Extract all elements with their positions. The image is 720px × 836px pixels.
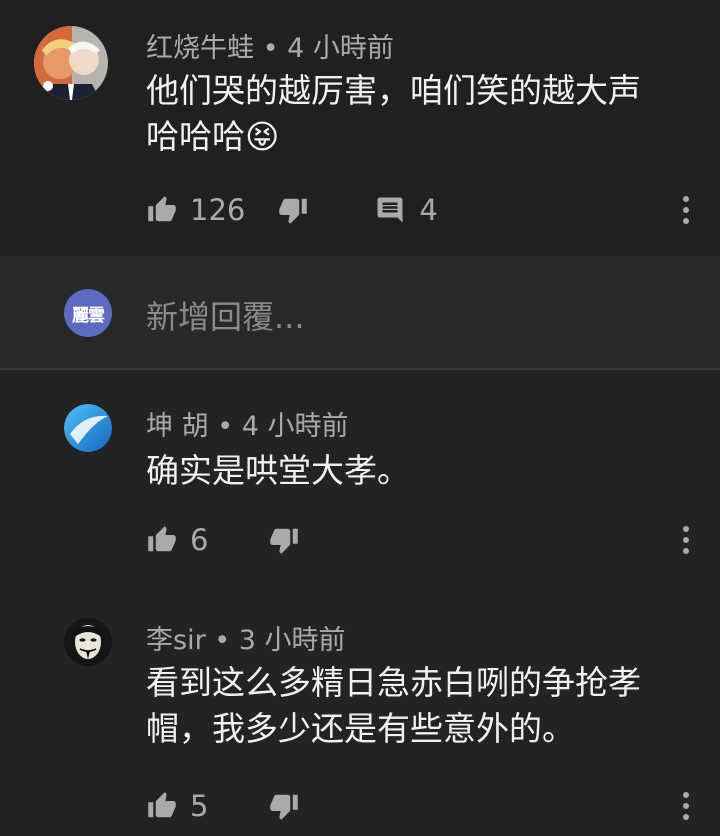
like-button[interactable]: 126 [146, 193, 245, 227]
user-avatar: 麗雲 [64, 289, 112, 337]
comment-text-line: 帽，我多少还是有些意外的。 [146, 709, 575, 748]
more-dot-icon [683, 207, 689, 213]
comment-actions: 5 [146, 786, 300, 826]
collage-photo-icon [34, 26, 108, 100]
thumbs-down-icon [279, 198, 308, 224]
more-dot-icon [683, 792, 689, 798]
meta-separator: • [217, 411, 234, 442]
meta-separator: • [262, 33, 279, 64]
comment-text-part: 哈哈哈 [146, 117, 245, 156]
author-avatar[interactable] [64, 618, 112, 666]
more-dot-icon [683, 548, 689, 554]
thumbs-up-icon [148, 196, 176, 222]
like-count: 6 [190, 523, 209, 557]
author-avatar[interactable] [64, 404, 112, 452]
comment-text-line: 哈哈哈😝 [146, 114, 696, 160]
add-reply-input[interactable]: 新增回覆... [146, 292, 305, 338]
reply-count: 4 [419, 193, 438, 227]
replies-button[interactable]: 4 [375, 193, 438, 227]
comment-text: 确实是哄堂大孝。 [146, 448, 696, 494]
dislike-button[interactable] [268, 525, 300, 555]
comment-text-line: 他们哭的越厉害，咱们笑的越大声 [146, 71, 641, 110]
like-count: 126 [190, 193, 246, 227]
comment-text-line: 看到这么多精日急赤白咧的争抢孝 [146, 663, 641, 702]
comment-item: 红烧牛蛙 • 4 小時前 他们哭的越厉害，咱们笑的越大声 哈哈哈😝 126 4 [0, 0, 720, 256]
more-dot-icon [683, 814, 689, 820]
dislike-button[interactable] [268, 791, 300, 821]
more-dot-icon [683, 526, 689, 532]
more-dot-icon [683, 537, 689, 543]
more-options-button[interactable] [682, 196, 690, 224]
like-button[interactable]: 5 [146, 789, 208, 823]
more-dot-icon [683, 196, 689, 202]
comment-icon [377, 197, 403, 223]
comment-text: 看到这么多精日急赤白咧的争抢孝 帽，我多少还是有些意外的。 [146, 660, 696, 752]
like-count: 5 [190, 789, 209, 823]
comment-meta: 李sir • 3 小時前 [146, 618, 346, 657]
add-reply-bar[interactable]: 麗雲 新增回覆... [0, 256, 720, 368]
thumbs-up-icon [148, 526, 176, 552]
dislike-button[interactable] [277, 195, 309, 225]
thumbs-up-icon [148, 792, 176, 818]
comment-time[interactable]: 4 小時前 [242, 411, 349, 442]
more-options-button[interactable] [682, 792, 690, 820]
blue-orb-icon [64, 404, 112, 452]
more-options-button[interactable] [682, 526, 690, 554]
comment-meta: 红烧牛蛙 • 4 小時前 [146, 26, 394, 65]
comment-text: 他们哭的越厉害，咱们笑的越大声 哈哈哈😝 [146, 68, 696, 160]
more-dot-icon [683, 803, 689, 809]
author-name[interactable]: 红烧牛蛙 [146, 33, 254, 64]
comment-actions: 6 [146, 520, 300, 560]
meta-separator: • [214, 625, 231, 656]
author-name[interactable]: 坤 胡 [146, 411, 209, 442]
like-button[interactable]: 6 [146, 523, 208, 557]
thumbs-down-icon [270, 794, 299, 820]
thumbs-down-icon [270, 528, 299, 554]
comment-time[interactable]: 3 小時前 [239, 625, 346, 656]
comment-item: 李sir • 3 小時前 看到这么多精日急赤白咧的争抢孝 帽，我多少还是有些意外… [0, 600, 720, 836]
comment-item: 坤 胡 • 4 小時前 确实是哄堂大孝。 6 [0, 370, 720, 600]
comment-meta: 坤 胡 • 4 小時前 [146, 404, 348, 443]
author-name[interactable]: 李sir [146, 625, 206, 656]
author-avatar[interactable] [34, 26, 108, 100]
more-dot-icon [683, 218, 689, 224]
comment-time[interactable]: 4 小時前 [287, 33, 394, 64]
comment-text-line: 确实是哄堂大孝。 [146, 451, 410, 490]
mask-face-icon [64, 618, 112, 666]
squinting-tongue-emoji-icon: 😝 [245, 117, 280, 156]
comment-actions: 126 4 [146, 190, 438, 230]
